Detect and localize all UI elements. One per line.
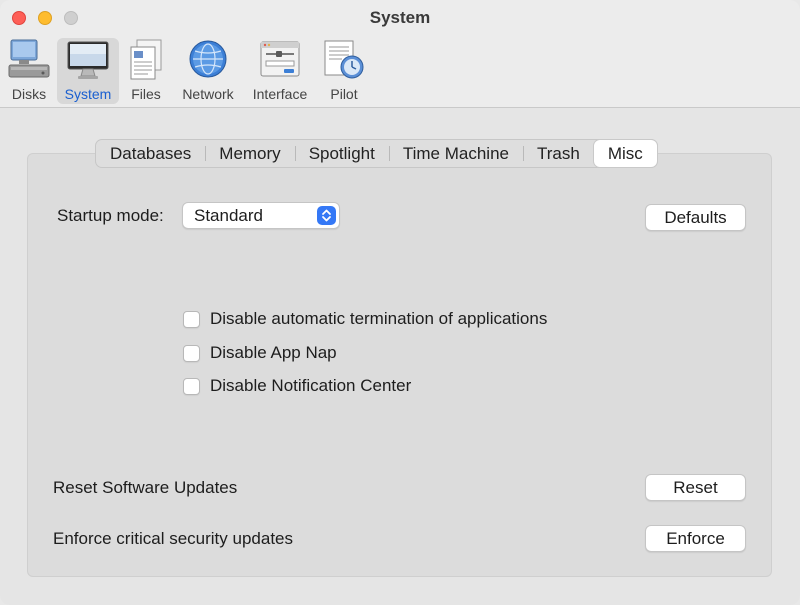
interface-icon [260,41,300,77]
reset-software-updates-label: Reset Software Updates [53,478,238,497]
toolbar-item-disks[interactable]: Disks [6,38,52,104]
enforce-button[interactable]: Enforce [645,525,746,552]
tab-bar: Databases Memory Spotlight Time Machine … [95,139,658,168]
toolbar-label-disks: Disks [11,86,47,102]
startup-mode-value: Standard [194,206,263,225]
checkbox-label-app-nap: Disable App Nap [210,343,337,362]
toolbar: System Disks System Files Network Interf… [0,0,800,108]
enforce-security-updates-label: Enforce critical security updates [53,529,293,548]
tab-databases[interactable]: Databases [96,140,205,167]
network-globe-icon [189,40,227,78]
toolbar-label-interface: Interface [252,86,308,102]
disks-icon [8,39,50,78]
toolbar-label-network: Network [182,86,234,102]
startup-mode-label: Startup mode: [57,206,164,225]
checkbox-row-notification-center[interactable]: Disable Notification Center [183,376,411,396]
toolbar-item-files[interactable]: Files [127,38,165,104]
reset-button[interactable]: Reset [645,474,746,501]
toolbar-item-pilot[interactable]: Pilot [323,38,365,104]
window-title: System [369,8,431,27]
checkbox-label-notification-center: Disable Notification Center [210,376,412,395]
toolbar-label-pilot: Pilot [330,86,358,102]
files-icon [130,39,162,80]
toolbar-item-system[interactable]: System [57,38,119,104]
monitor-icon [67,41,109,79]
toolbar-item-interface[interactable]: Interface [247,38,313,104]
checkbox-row-auto-termination[interactable]: Disable automatic termination of applica… [183,309,547,329]
checkbox-auto-termination[interactable] [183,310,200,328]
checkbox-notification-center[interactable] [183,377,200,395]
checkbox-app-nap[interactable] [183,344,200,362]
toolbar-item-network[interactable]: Network [177,38,239,104]
system-window: System Disks System Files Network Interf… [0,0,800,605]
toolbar-label-system: System [64,86,112,102]
tab-spotlight[interactable]: Spotlight [294,140,389,167]
checkbox-label-auto-termination: Disable automatic termination of applica… [210,309,548,328]
tab-trash[interactable]: Trash [523,140,594,167]
defaults-button[interactable]: Defaults [645,204,746,231]
tab-time-machine[interactable]: Time Machine [388,140,523,167]
tab-misc[interactable]: Misc [593,140,657,167]
toolbar-label-files: Files [131,86,161,102]
checkbox-row-app-nap[interactable]: Disable App Nap [183,343,337,363]
pilot-icon [324,40,364,79]
startup-mode-select[interactable]: Standard [182,202,340,229]
select-arrows-icon [317,206,336,225]
tab-memory[interactable]: Memory [205,140,294,167]
